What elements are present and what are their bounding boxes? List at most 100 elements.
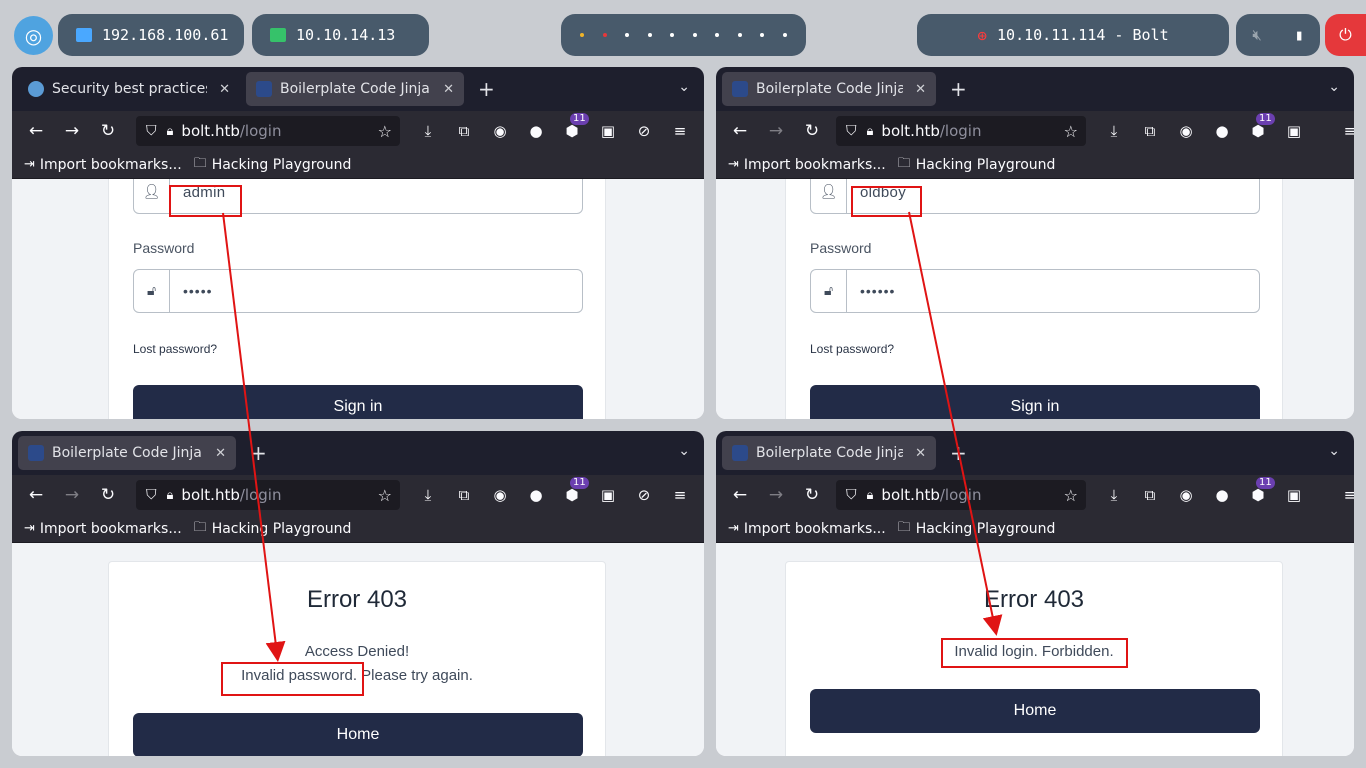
hackbar-icon[interactable]: ⊘	[626, 122, 662, 140]
menu-icon[interactable]: ≡	[1332, 486, 1354, 504]
forward-icon[interactable]: →	[54, 121, 90, 141]
extensions-icon[interactable]: ⧉	[1132, 122, 1168, 140]
foxyproxy-icon[interactable]: ◉	[482, 486, 518, 504]
ublock-icon[interactable]: ⬢ 11	[554, 113, 590, 140]
bookmark-star-icon[interactable]: ☆	[1064, 486, 1078, 505]
bookmark-import[interactable]: ⇥ Import bookmarks...	[728, 521, 886, 537]
debian-menu-icon[interactable]: ◎	[14, 16, 53, 55]
back-icon[interactable]: ←	[18, 121, 54, 141]
tab-boilerplate[interactable]: Boilerplate Code Jinja - S ✕	[246, 72, 464, 106]
foxyproxy-icon[interactable]: ◉	[1168, 486, 1204, 504]
reload-icon[interactable]: ↻	[90, 121, 126, 141]
ublock-icon[interactable]: ⬢ 11	[1240, 113, 1276, 140]
cookie-icon[interactable]: ●	[1204, 122, 1240, 140]
tab-boilerplate[interactable]: Boilerplate Code Jinja - S ✕	[722, 72, 936, 106]
workspace-dot[interactable]	[647, 33, 652, 37]
tab-boilerplate[interactable]: Boilerplate Code Jinja - E ✕	[18, 436, 236, 470]
reload-icon[interactable]: ↻	[794, 485, 830, 505]
workspace-dot[interactable]	[737, 33, 742, 37]
list-tabs-chevron-icon[interactable]: ⌄	[678, 443, 690, 459]
workspace-dot[interactable]	[715, 33, 720, 37]
bookmark-star-icon[interactable]: ☆	[1064, 122, 1078, 141]
reload-icon[interactable]: ↻	[90, 485, 126, 505]
new-tab-icon[interactable]: +	[250, 441, 267, 465]
tray[interactable]: 🔇︎ ▮	[1236, 14, 1320, 56]
wappalyzer-icon[interactable]: ▣	[590, 122, 626, 140]
forward-icon[interactable]: →	[54, 485, 90, 505]
url-bar[interactable]: ⛉ 🔒︎ bolt.htb/login ☆	[836, 480, 1086, 510]
home-button[interactable]: Home	[133, 713, 583, 756]
reload-icon[interactable]: ↻	[794, 121, 830, 141]
url-bar[interactable]: ⛉ 🔒︎ bolt.htb/login ☆	[836, 116, 1086, 146]
list-tabs-chevron-icon[interactable]: ⌄	[1328, 443, 1340, 459]
foxyproxy-icon[interactable]: ◉	[482, 122, 518, 140]
list-tabs-chevron-icon[interactable]: ⌄	[678, 79, 690, 95]
hackbar-icon[interactable]: ⊘	[626, 486, 662, 504]
ublock-icon[interactable]: ⬢ 11	[1240, 477, 1276, 504]
close-tab-icon[interactable]: ✕	[915, 82, 926, 97]
bookmark-star-icon[interactable]: ☆	[378, 486, 392, 505]
clipboard-icon[interactable]: ▮	[1295, 26, 1304, 44]
bookmark-folder[interactable]: 🗀 Hacking Playground	[898, 154, 1056, 176]
url-bar[interactable]: ⛉ 🔒︎ bolt.htb/login ☆	[136, 116, 400, 146]
password-field[interactable]: 🔓︎ ••••••	[810, 269, 1260, 313]
workspace-dot[interactable]	[602, 33, 607, 37]
tab-boilerplate[interactable]: Boilerplate Code Jinja - E ✕	[722, 436, 936, 470]
bookmark-import[interactable]: ⇥ Import bookmarks...	[24, 521, 182, 537]
back-icon[interactable]: ←	[722, 121, 758, 141]
list-tabs-chevron-icon[interactable]: ⌄	[1328, 79, 1340, 95]
lost-password-link[interactable]: Lost password?	[810, 342, 894, 356]
bookmark-import[interactable]: ⇥ Import bookmarks...	[728, 157, 886, 173]
url-bar[interactable]: ⛉ 🔒︎ bolt.htb/login ☆	[136, 480, 400, 510]
workspace-dot[interactable]	[782, 33, 787, 37]
sign-in-button[interactable]: Sign in	[133, 385, 583, 419]
wappalyzer-icon[interactable]: ▣	[590, 486, 626, 504]
close-tab-icon[interactable]: ✕	[219, 82, 230, 97]
new-tab-icon[interactable]: +	[950, 441, 967, 465]
close-tab-icon[interactable]: ✕	[915, 446, 926, 461]
workspace-dot[interactable]	[625, 33, 630, 37]
download-icon[interactable]: ⤓	[1096, 122, 1132, 140]
extensions-icon[interactable]: ⧉	[1132, 486, 1168, 504]
bookmark-star-icon[interactable]: ☆	[378, 122, 392, 141]
download-icon[interactable]: ⤓	[1096, 486, 1132, 504]
bookmark-folder[interactable]: 🗀 Hacking Playground	[898, 518, 1056, 540]
back-icon[interactable]: ←	[18, 485, 54, 505]
forward-icon[interactable]: →	[758, 485, 794, 505]
new-tab-icon[interactable]: +	[950, 77, 967, 101]
extensions-icon[interactable]: ⧉	[446, 122, 482, 140]
home-button[interactable]: Home	[810, 689, 1260, 733]
workspace-dot[interactable]	[670, 33, 675, 37]
download-icon[interactable]: ⤓	[410, 122, 446, 140]
cookie-icon[interactable]: ●	[518, 486, 554, 504]
bookmark-folder[interactable]: 🗀 Hacking Playground	[194, 154, 352, 176]
workspace-dot[interactable]	[692, 33, 697, 37]
local-ip-widget[interactable]: 192.168.100.61	[58, 14, 244, 56]
mute-icon[interactable]: 🔇︎	[1252, 26, 1261, 44]
bookmark-folder[interactable]: 🗀 Hacking Playground	[194, 518, 352, 540]
wappalyzer-icon[interactable]: ▣	[1276, 486, 1312, 504]
vpn-ip-widget[interactable]: 10.10.14.13	[252, 14, 429, 56]
tab-security-best-practices[interactable]: Security best practices | ✕	[18, 72, 240, 106]
foxyproxy-icon[interactable]: ◉	[1168, 122, 1204, 140]
menu-icon[interactable]: ≡	[662, 486, 698, 504]
extensions-icon[interactable]: ⧉	[446, 486, 482, 504]
ublock-icon[interactable]: ⬢ 11	[554, 477, 590, 504]
password-field[interactable]: 🔓︎ •••••	[133, 269, 583, 313]
close-tab-icon[interactable]: ✕	[443, 82, 454, 97]
cookie-icon[interactable]: ●	[518, 122, 554, 140]
target-widget[interactable]: ⊕ 10.10.11.114 - Bolt	[917, 14, 1229, 56]
workspace-dot[interactable]	[580, 33, 585, 37]
lost-password-link[interactable]: Lost password?	[133, 342, 217, 356]
close-tab-icon[interactable]: ✕	[215, 446, 226, 461]
power-button[interactable]: ⏻	[1325, 14, 1366, 56]
cookie-icon[interactable]: ●	[1204, 486, 1240, 504]
wappalyzer-icon[interactable]: ▣	[1276, 122, 1312, 140]
download-icon[interactable]: ⤓	[410, 486, 446, 504]
menu-icon[interactable]: ≡	[1332, 122, 1354, 140]
bookmark-import[interactable]: ⇥ Import bookmarks...	[24, 157, 182, 173]
new-tab-icon[interactable]: +	[478, 77, 495, 101]
forward-icon[interactable]: →	[758, 121, 794, 141]
workspace-switcher[interactable]	[561, 14, 806, 56]
back-icon[interactable]: ←	[722, 485, 758, 505]
